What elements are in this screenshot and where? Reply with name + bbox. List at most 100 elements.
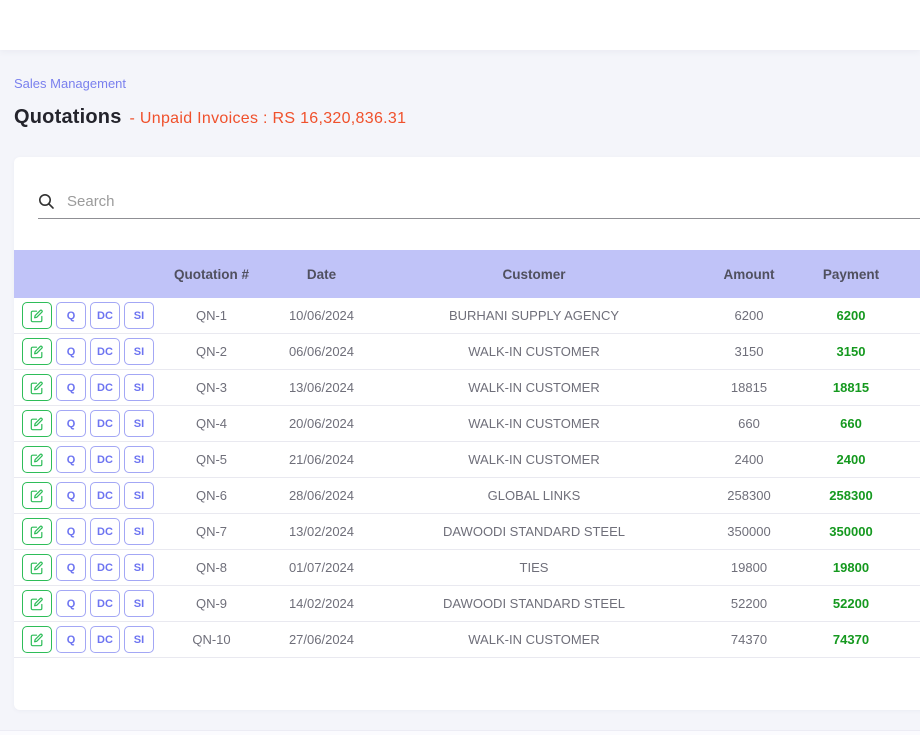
payment-cell: 18815	[819, 380, 883, 395]
sales-invoice-button[interactable]: SI	[124, 554, 154, 581]
table-row: Q DC SI QN-9 14/02/2024 DAWOODI STANDARD…	[14, 586, 920, 622]
edit-button[interactable]	[22, 482, 52, 509]
table-row: Q DC SI QN-3 13/06/2024 WALK-IN CUSTOMER…	[14, 370, 920, 406]
sales-invoice-button[interactable]: SI	[124, 518, 154, 545]
sales-invoice-button[interactable]: SI	[124, 410, 154, 437]
payment-cell: 19800	[819, 560, 883, 575]
delivery-challan-button[interactable]: DC	[90, 626, 120, 653]
delivery-challan-button[interactable]: DC	[90, 518, 120, 545]
edit-button[interactable]	[22, 410, 52, 437]
row-actions: Q DC SI	[14, 338, 169, 365]
edit-button[interactable]	[22, 518, 52, 545]
amount-cell: 52200	[679, 596, 819, 611]
sales-invoice-button[interactable]: SI	[124, 446, 154, 473]
table-row: Q DC SI QN-5 21/06/2024 WALK-IN CUSTOMER…	[14, 442, 920, 478]
edit-button[interactable]	[22, 554, 52, 581]
delivery-challan-button[interactable]: DC	[90, 554, 120, 581]
amount-cell: 2400	[679, 452, 819, 467]
quotation-button[interactable]: Q	[56, 482, 86, 509]
delivery-challan-button[interactable]: DC	[90, 302, 120, 329]
edit-pencil-square-icon	[30, 597, 44, 611]
header-customer: Customer	[389, 267, 679, 282]
row-actions: Q DC SI	[14, 410, 169, 437]
edit-pencil-square-icon	[30, 381, 44, 395]
quotation-button[interactable]: Q	[56, 446, 86, 473]
edit-pencil-square-icon	[30, 453, 44, 467]
delivery-challan-button[interactable]: DC	[90, 590, 120, 617]
payment-cell: 6200	[819, 308, 883, 323]
row-actions: Q DC SI	[14, 374, 169, 401]
quotation-button[interactable]: Q	[56, 374, 86, 401]
row-actions: Q DC SI	[14, 590, 169, 617]
table-header: Quotation # Date Customer Amount Payment	[14, 250, 920, 298]
sales-invoice-button[interactable]: SI	[124, 374, 154, 401]
date-cell: 10/06/2024	[254, 308, 389, 323]
row-actions: Q DC SI	[14, 302, 169, 329]
page-title: Quotations	[14, 106, 122, 129]
payment-cell: 350000	[819, 524, 883, 539]
row-actions: Q DC SI	[14, 446, 169, 473]
edit-button[interactable]	[22, 446, 52, 473]
quotation-number-cell: QN-7	[169, 524, 254, 539]
quotation-number-cell: QN-4	[169, 416, 254, 431]
quotation-button[interactable]: Q	[56, 518, 86, 545]
delivery-challan-button[interactable]: DC	[90, 338, 120, 365]
table-row: Q DC SI QN-10 27/06/2024 WALK-IN CUSTOME…	[14, 622, 920, 658]
edit-button[interactable]	[22, 374, 52, 401]
edit-button[interactable]	[22, 338, 52, 365]
unpaid-invoices-text: - Unpaid Invoices : RS 16,320,836.31	[130, 110, 407, 128]
header-amount: Amount	[679, 267, 819, 282]
edit-pencil-square-icon	[30, 489, 44, 503]
quotations-card: Quotation # Date Customer Amount Payment…	[14, 157, 920, 710]
delivery-challan-button[interactable]: DC	[90, 374, 120, 401]
sales-invoice-button[interactable]: SI	[124, 338, 154, 365]
quotation-number-cell: QN-10	[169, 632, 254, 647]
date-cell: 20/06/2024	[254, 416, 389, 431]
quotation-button[interactable]: Q	[56, 626, 86, 653]
amount-cell: 3150	[679, 344, 819, 359]
sales-invoice-button[interactable]: SI	[124, 590, 154, 617]
date-cell: 06/06/2024	[254, 344, 389, 359]
date-cell: 28/06/2024	[254, 488, 389, 503]
edit-button[interactable]	[22, 590, 52, 617]
header-quotation: Quotation #	[169, 267, 254, 282]
quotation-number-cell: QN-8	[169, 560, 254, 575]
quotation-button[interactable]: Q	[56, 302, 86, 329]
quotation-button[interactable]: Q	[56, 554, 86, 581]
sales-invoice-button[interactable]: SI	[124, 626, 154, 653]
quotation-number-cell: QN-6	[169, 488, 254, 503]
customer-cell: WALK-IN CUSTOMER	[389, 632, 679, 647]
delivery-challan-button[interactable]: DC	[90, 446, 120, 473]
edit-pencil-square-icon	[30, 345, 44, 359]
quotation-button[interactable]: Q	[56, 410, 86, 437]
edit-button[interactable]	[22, 302, 52, 329]
breadcrumb-sales-management[interactable]: Sales Management	[14, 76, 126, 91]
quotation-button[interactable]: Q	[56, 590, 86, 617]
delivery-challan-button[interactable]: DC	[90, 410, 120, 437]
search-input[interactable]	[67, 185, 920, 218]
customer-cell: GLOBAL LINKS	[389, 488, 679, 503]
table-row: Q DC SI QN-1 10/06/2024 BURHANI SUPPLY A…	[14, 298, 920, 334]
date-cell: 13/06/2024	[254, 380, 389, 395]
sales-invoice-button[interactable]: SI	[124, 482, 154, 509]
quotation-button[interactable]: Q	[56, 338, 86, 365]
payment-cell: 660	[819, 416, 883, 431]
delivery-challan-button[interactable]: DC	[90, 482, 120, 509]
edit-button[interactable]	[22, 626, 52, 653]
row-actions: Q DC SI	[14, 626, 169, 653]
date-cell: 13/02/2024	[254, 524, 389, 539]
amount-cell: 74370	[679, 632, 819, 647]
sales-invoice-button[interactable]: SI	[124, 302, 154, 329]
header-payment: Payment	[819, 267, 883, 282]
row-actions: Q DC SI	[14, 554, 169, 581]
customer-cell: WALK-IN CUSTOMER	[389, 416, 679, 431]
amount-cell: 18815	[679, 380, 819, 395]
footer-divider	[0, 730, 920, 735]
payment-cell: 74370	[819, 632, 883, 647]
table-body: Q DC SI QN-1 10/06/2024 BURHANI SUPPLY A…	[14, 298, 920, 658]
date-cell: 27/06/2024	[254, 632, 389, 647]
payment-cell: 52200	[819, 596, 883, 611]
quotation-number-cell: QN-2	[169, 344, 254, 359]
amount-cell: 6200	[679, 308, 819, 323]
table-row: Q DC SI QN-8 01/07/2024 TIES 19800 19800	[14, 550, 920, 586]
